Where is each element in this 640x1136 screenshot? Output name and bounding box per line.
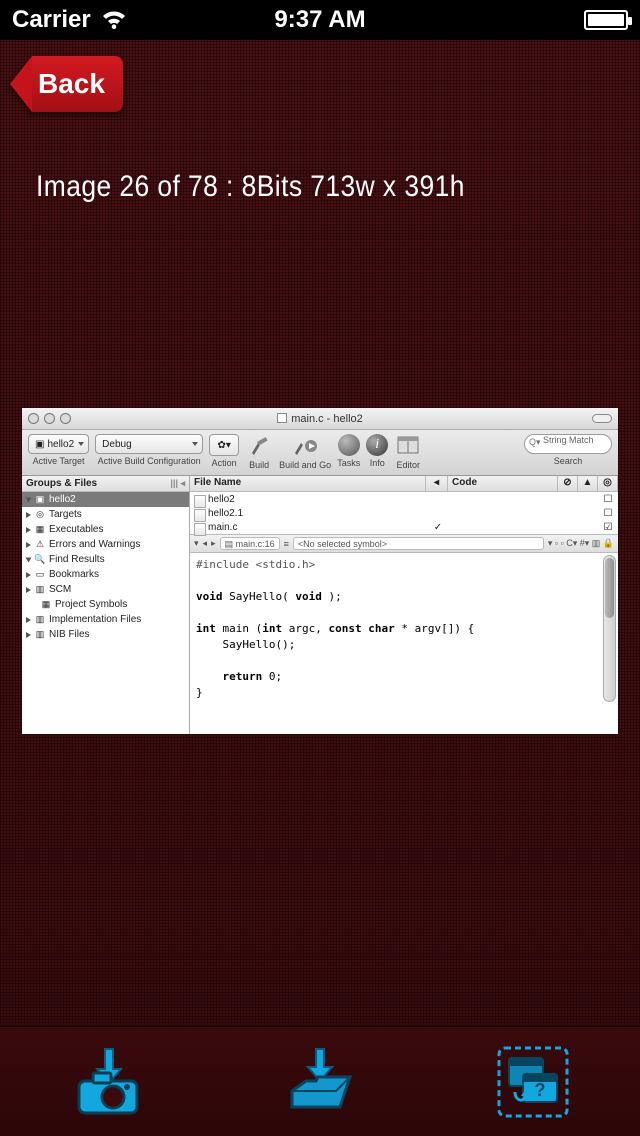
- chevron-left-icon: [10, 56, 32, 112]
- search-icon: 🔍: [34, 554, 46, 566]
- info-label: Info: [370, 458, 385, 468]
- tasks-button[interactable]: [338, 434, 360, 456]
- build-go-button[interactable]: [291, 434, 319, 458]
- bottom-toolbar: ?: [0, 1026, 640, 1136]
- image-caption: Image 26 of 78 : 8Bits 713w x 391h: [36, 170, 465, 204]
- symbols-icon: ▦: [40, 599, 52, 611]
- tree-row[interactable]: ▦Project Symbols: [22, 597, 189, 612]
- active-target-combo[interactable]: ▣ hello2: [28, 434, 89, 454]
- active-target-label: Active Target: [33, 456, 85, 466]
- build-config-label: Active Build Configuration: [98, 456, 201, 466]
- file-list[interactable]: hello2☐ hello2.1☐ main.c✓☑: [190, 492, 618, 535]
- sidebar-header: Groups & Files||| ◂: [22, 476, 189, 492]
- save-file-button[interactable]: [275, 1042, 365, 1122]
- tree-row[interactable]: ▦Executables: [22, 522, 189, 537]
- groups-tree[interactable]: ▣hello2 ◎Targets ▦Executables ⚠Errors an…: [22, 492, 189, 734]
- save-photo-button[interactable]: [62, 1042, 152, 1122]
- tree-row[interactable]: ⚠Errors and Warnings: [22, 537, 189, 552]
- window-title: main.c - hello2: [22, 413, 618, 425]
- back-label: Back: [32, 56, 123, 112]
- toolbar-toggle-icon: [592, 414, 612, 423]
- search-label: Search: [554, 456, 583, 466]
- search-field[interactable]: String Match: [524, 434, 612, 454]
- embedded-screenshot: main.c - hello2 ▣ hello2 Active Target D…: [22, 408, 618, 734]
- build-config-combo[interactable]: Debug: [95, 434, 203, 454]
- toolbar: ▣ hello2 Active Target Debug Active Buil…: [22, 430, 618, 476]
- tree-row[interactable]: ▣hello2: [22, 492, 189, 507]
- build-label: Build: [249, 460, 269, 470]
- editor-label: Editor: [396, 460, 420, 470]
- target-icon: ◎: [34, 509, 46, 521]
- tree-row[interactable]: ▥SCM: [22, 582, 189, 597]
- tasks-label: Tasks: [337, 458, 360, 468]
- col-filename[interactable]: File Name: [190, 476, 426, 491]
- action-label: Action: [212, 458, 237, 468]
- file-crumb[interactable]: ▤ main.c:16: [220, 537, 280, 550]
- sidebar: Groups & Files||| ◂ ▣hello2 ◎Targets ▦Ex…: [22, 476, 190, 734]
- project-icon: ▣: [34, 494, 46, 506]
- col-warn-icon[interactable]: ▲: [578, 476, 598, 491]
- status-bar: Carrier 9:37 AM: [0, 0, 640, 40]
- document-icon: [277, 413, 287, 423]
- info-button[interactable]: i: [366, 434, 388, 456]
- file-row[interactable]: hello2.1☐: [190, 506, 618, 520]
- tree-row[interactable]: ◎Targets: [22, 507, 189, 522]
- file-columns: File Name ◂ Code ⊘ ▲ ◎: [190, 476, 618, 492]
- wifi-icon: [101, 10, 127, 30]
- editor-button[interactable]: [394, 434, 422, 458]
- scm-icon: ▥: [34, 584, 46, 596]
- tree-row[interactable]: ▥NIB Files: [22, 627, 189, 642]
- col-check[interactable]: ◂: [426, 476, 448, 491]
- bookmark-icon: ▭: [34, 569, 46, 581]
- folder-icon: ▥: [34, 629, 46, 641]
- file-row[interactable]: main.c✓☑: [190, 520, 618, 534]
- tree-row[interactable]: 🔍Find Results: [22, 552, 189, 567]
- tree-row[interactable]: ▥Implementation Files: [22, 612, 189, 627]
- cache-button[interactable]: ?: [488, 1042, 578, 1122]
- back-button[interactable]: Back: [10, 56, 123, 112]
- build-go-label: Build and Go: [279, 460, 331, 470]
- file-row[interactable]: hello2☐: [190, 492, 618, 506]
- col-error-icon[interactable]: ⊘: [558, 476, 578, 491]
- gear-icon: ✿▾: [217, 440, 230, 451]
- executable-icon: ▦: [34, 524, 46, 536]
- editor-navbar[interactable]: ▾◂▸ ▤ main.c:16 ≡ <No selected symbol> ▾…: [190, 535, 618, 553]
- clock: 9:37 AM: [217, 6, 422, 34]
- svg-text:?: ?: [535, 1080, 546, 1100]
- action-button[interactable]: ✿▾: [209, 434, 239, 456]
- symbol-crumb[interactable]: <No selected symbol>: [293, 537, 544, 550]
- scrollbar[interactable]: [603, 555, 616, 702]
- carrier-label: Carrier: [12, 6, 91, 34]
- folder-icon: ▥: [34, 614, 46, 626]
- code-editor[interactable]: #include <stdio.h> void SayHello( void )…: [190, 553, 618, 704]
- battery-icon: [584, 10, 628, 30]
- tree-row[interactable]: ▭Bookmarks: [22, 567, 189, 582]
- build-button[interactable]: [245, 434, 273, 458]
- warning-icon: ⚠: [34, 539, 46, 551]
- window-titlebar: main.c - hello2: [22, 408, 618, 430]
- col-code[interactable]: Code: [448, 476, 558, 491]
- col-target-icon[interactable]: ◎: [598, 476, 618, 491]
